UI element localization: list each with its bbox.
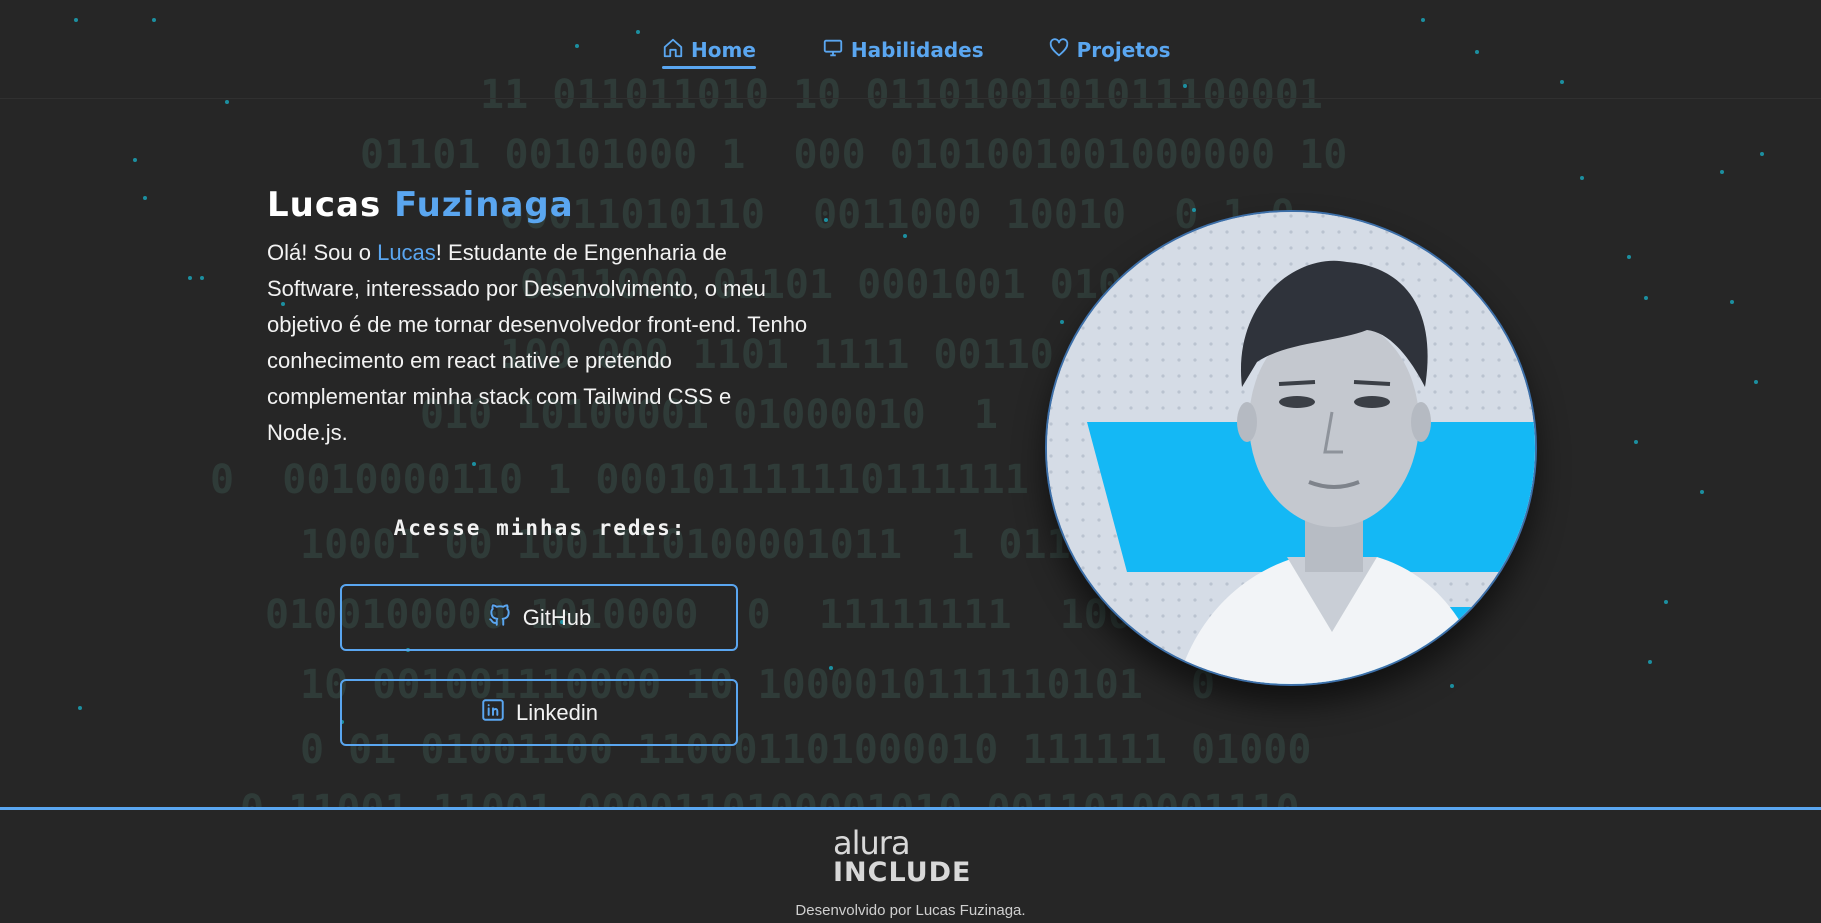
- social-heading: Acesse minhas redes:: [393, 516, 687, 540]
- bio-text: Olá! Sou o Lucas! Estudante de Engenhari…: [267, 235, 817, 451]
- nav-item-home-label: Home: [691, 38, 756, 62]
- github-button[interactable]: GitHub: [340, 584, 738, 651]
- monitor-icon: [822, 37, 844, 64]
- page-title: Lucas Fuzinaga: [267, 185, 827, 225]
- nav-item-habilidades[interactable]: Habilidades: [822, 34, 984, 66]
- bio-highlight: Lucas: [377, 240, 436, 265]
- background-particles: [0, 0, 1821, 920]
- profile-photo: [1045, 210, 1537, 686]
- heart-icon: [1048, 37, 1070, 64]
- background-binary-pattern: 11 011011010 10 0110100101011100001 0110…: [210, 72, 1348, 833]
- intro-section: Lucas Fuzinaga Olá! Sou o Lucas! Estudan…: [267, 185, 827, 451]
- profile-photo-illustration: [1047, 212, 1535, 684]
- linkedin-button[interactable]: Linkedin: [340, 679, 738, 746]
- linkedin-icon: [480, 697, 506, 729]
- nav-item-projetos[interactable]: Projetos: [1048, 34, 1171, 66]
- site-footer: alura INCLUDE Desenvolvido por Lucas Fuz…: [0, 807, 1821, 923]
- footer-credit: Desenvolvido por Lucas Fuzinaga.: [795, 902, 1026, 919]
- nav-item-projetos-label: Projetos: [1076, 38, 1171, 62]
- site-header: Home Habilidades Projetos: [0, 0, 1821, 99]
- nav-item-home[interactable]: Home: [662, 34, 756, 69]
- alura-include-logo: alura INCLUDE: [833, 824, 972, 888]
- logo-top-text: alura: [833, 824, 911, 862]
- github-icon: [487, 602, 513, 634]
- last-name: Fuzinaga: [394, 185, 574, 225]
- main-nav: Home Habilidades Projetos: [662, 34, 1171, 69]
- nav-item-habilidades-label: Habilidades: [850, 38, 984, 62]
- linkedin-button-label: Linkedin: [516, 699, 598, 725]
- github-button-label: GitHub: [522, 604, 592, 630]
- home-icon: [662, 37, 684, 64]
- logo-bottom-text: INCLUDE: [833, 857, 972, 888]
- bio-text-start: Olá! Sou o: [267, 240, 378, 265]
- bio-text-end: ! Estudante de Engenharia de Software, i…: [267, 240, 808, 445]
- first-name: Lucas: [267, 185, 382, 225]
